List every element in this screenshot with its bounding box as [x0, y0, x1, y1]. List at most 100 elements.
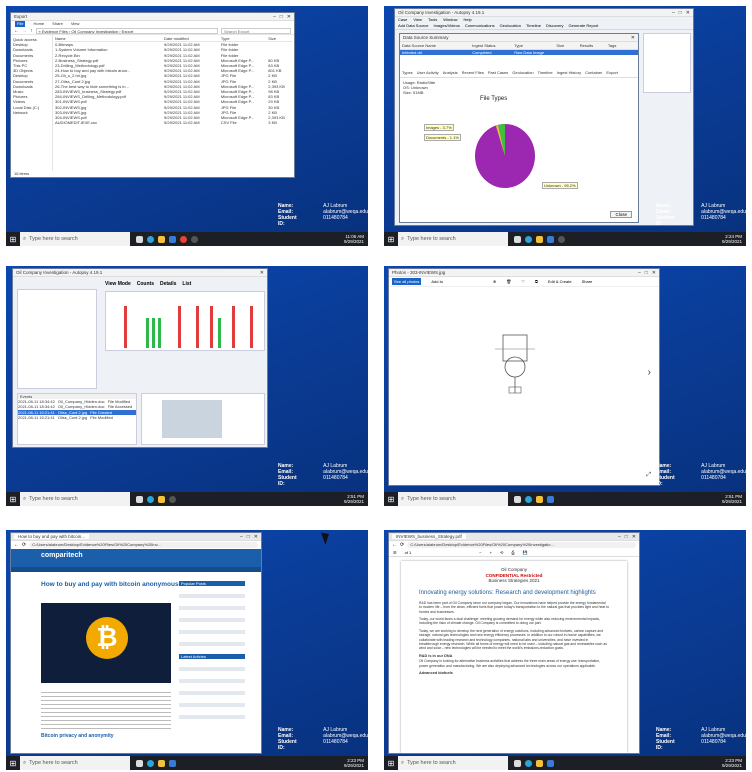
windows-start-icon[interactable]: ⊞ [384, 232, 398, 246]
event-bar[interactable] [158, 318, 161, 348]
back-arrow-icon[interactable]: ← [14, 28, 19, 34]
print-icon[interactable]: ⎙ [511, 550, 514, 555]
table-header-cell[interactable]: Tags [608, 43, 636, 48]
task-view-icon[interactable] [136, 759, 143, 767]
search-box[interactable]: Search Export [221, 27, 291, 34]
summary-tab[interactable]: User Activity [417, 70, 439, 75]
toolbar-button[interactable]: Add Data Source [398, 23, 428, 28]
menu-item[interactable]: Help [464, 17, 472, 22]
windows-start-icon[interactable]: ⊞ [384, 756, 398, 770]
menu-share[interactable]: Share [52, 21, 63, 27]
event-bar[interactable] [250, 306, 253, 348]
store-icon[interactable] [547, 235, 554, 243]
refresh-icon[interactable]: ⟳ [400, 542, 404, 548]
maximize-icon[interactable]: □ [645, 270, 648, 276]
site-logo[interactable]: comparitech [41, 552, 83, 559]
menu-item[interactable]: View [413, 17, 422, 22]
url-bar[interactable]: C:/Users/alabrum/Desktop/Evidence%20File… [407, 542, 636, 548]
summary-tab[interactable]: Analysis [443, 70, 458, 75]
save-icon[interactable]: 💾 [523, 550, 528, 555]
close-icon[interactable]: ✕ [652, 270, 656, 276]
taskbar-clock[interactable]: 2:51 PM 9/29/2021 [344, 494, 368, 504]
zoom-in-icon[interactable]: + [490, 550, 492, 555]
taskbar-search[interactable]: ⌕ Type here to search [398, 232, 508, 246]
summary-tab[interactable]: Export [606, 70, 618, 75]
nav-item[interactable]: Network [13, 110, 52, 115]
file-row[interactable]: AUDIOMEDIT.IEXE.csv 9/29/2021 11:02 AM CSV… [55, 120, 292, 125]
taskbar-search[interactable]: ⌕ Type here to search [20, 232, 130, 246]
summary-tab[interactable]: Recent Files [462, 70, 484, 75]
zoom-icon[interactable]: ⊕ [493, 279, 496, 284]
event-bar[interactable] [232, 306, 235, 348]
autopsy-titlebar[interactable]: Oil Company Investigation - Autopsy 4.19… [395, 9, 693, 17]
event-row[interactable]: 2021-08-11 15:21:41 Oilss_Conf.2.jpg File … [18, 415, 136, 420]
taskbar-search[interactable]: ⌕ Type here to search [20, 756, 130, 770]
column-header[interactable]: Type [221, 36, 268, 41]
toolbar-button[interactable]: Images/Videos [433, 23, 459, 28]
table-header-cell[interactable]: Size [556, 43, 579, 48]
close-icon[interactable]: ✕ [632, 534, 636, 540]
summary-tab[interactable]: Ingest History [557, 70, 581, 75]
autopsy-icon[interactable] [558, 235, 565, 243]
column-header[interactable]: Size [268, 36, 292, 41]
windows-start-icon[interactable]: ⊞ [6, 492, 20, 506]
event-bar[interactable] [146, 318, 149, 348]
dialog-titlebar[interactable]: Data Source Summary ✕ [400, 34, 638, 42]
autopsy-icon[interactable] [191, 235, 198, 243]
maximize-icon[interactable]: □ [280, 14, 283, 20]
task-view-icon[interactable] [136, 495, 143, 503]
taskbar-clock[interactable]: 11:06 AM 9/29/2021 [344, 234, 368, 244]
explorer-titlebar[interactable]: Export – □ ✕ [11, 13, 294, 21]
store-icon[interactable] [547, 759, 554, 767]
toolbar-button[interactable]: Communications [465, 23, 495, 28]
delete-icon[interactable]: 🗑 [506, 279, 511, 284]
share-button[interactable]: Share [582, 279, 593, 284]
close-icon[interactable]: ✕ [254, 534, 258, 540]
close-icon[interactable]: ✕ [686, 10, 690, 16]
photos-titlebar[interactable]: Photos - 303-INVIEWS.jpg – □ ✕ [389, 269, 659, 277]
chrome-icon[interactable] [180, 235, 187, 243]
edge-icon[interactable] [525, 495, 532, 503]
table-header-cell[interactable]: Type [514, 43, 556, 48]
forward-arrow-icon[interactable]: → [22, 28, 27, 34]
dialog-close-icon[interactable]: ✕ [631, 35, 635, 41]
taskbar-clock[interactable]: 2:23 PM 9/29/2021 [722, 758, 746, 768]
minimize-icon[interactable]: – [618, 534, 621, 540]
autopsy-icon[interactable] [169, 495, 176, 503]
edit-create-button[interactable]: Edit & Create [548, 279, 572, 284]
taskbar-search[interactable]: ⌕ Type here to search [398, 756, 508, 770]
edge-icon[interactable] [147, 759, 154, 767]
menu-view[interactable]: View [71, 21, 80, 27]
minimize-icon[interactable]: – [638, 270, 641, 276]
table-header-cell[interactable]: Results [580, 43, 608, 48]
summary-tab[interactable]: Timeline [538, 70, 553, 75]
browser-tab[interactable]: INVIEWS_business_Strategy.pdf [392, 534, 466, 539]
windows-start-icon[interactable]: ⊞ [384, 492, 398, 506]
event-bar[interactable] [210, 306, 213, 348]
windows-start-icon[interactable]: ⊞ [6, 232, 20, 246]
summary-tab[interactable]: Container [585, 70, 602, 75]
see-all-photos-button[interactable]: See all photos [392, 278, 422, 285]
zoom-out-icon[interactable]: − [479, 550, 481, 555]
close-icon[interactable]: ✕ [260, 270, 264, 276]
minimize-icon[interactable]: – [240, 534, 243, 540]
minimize-icon[interactable]: – [273, 14, 276, 20]
summary-tab[interactable]: Types [402, 70, 413, 75]
event-bar[interactable] [152, 318, 155, 348]
up-arrow-icon[interactable]: ↑ [30, 28, 33, 34]
task-view-icon[interactable] [136, 235, 143, 243]
timeline-titlebar[interactable]: Oil Company Investigation - Autopsy 4.19… [13, 269, 267, 277]
minimize-icon[interactable]: – [672, 10, 675, 16]
taskbar-search[interactable]: ⌕ Type here to search [398, 492, 508, 506]
view-mode-button[interactable]: List [182, 281, 191, 287]
view-mode-button[interactable]: Counts [137, 281, 154, 287]
toolbar-button[interactable]: Generate Report [569, 23, 599, 28]
maximize-icon[interactable]: □ [625, 534, 628, 540]
folder-icon[interactable] [158, 235, 165, 243]
toolbar-button[interactable]: Discovery [546, 23, 564, 28]
taskbar-clock[interactable]: 2:51 PM 9/29/2021 [722, 494, 746, 504]
column-header[interactable]: Date modified [164, 36, 221, 41]
add-to-button[interactable]: Add to [431, 279, 443, 284]
toolbar-button[interactable]: Geolocation [500, 23, 521, 28]
taskbar-search[interactable]: ⌕ Type here to search [20, 492, 130, 506]
